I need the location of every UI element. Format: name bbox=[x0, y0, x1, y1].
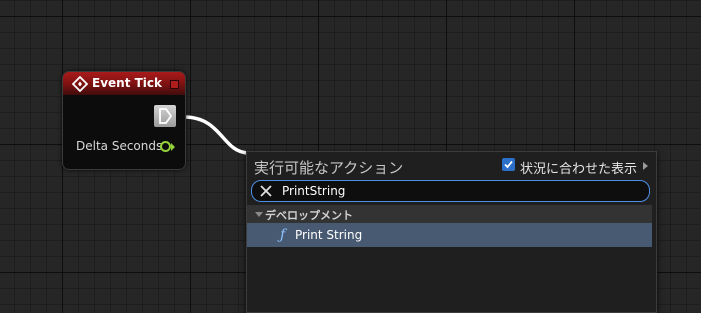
node-header[interactable]: Event Tick bbox=[63, 72, 185, 95]
search-box[interactable] bbox=[251, 180, 650, 202]
event-tick-node[interactable]: Event Tick Delta Seconds bbox=[62, 71, 186, 170]
checkmark-icon bbox=[504, 160, 513, 169]
function-icon: ƒ bbox=[280, 227, 286, 243]
expand-arrow-icon[interactable] bbox=[643, 162, 648, 170]
clear-search-icon[interactable] bbox=[260, 185, 272, 197]
action-menu: 実行可能なアクション 状況に合わせた表示 デベロップメント ƒ Print St… bbox=[246, 151, 657, 313]
menu-title: 実行可能なアクション bbox=[254, 159, 404, 177]
event-diamond-icon bbox=[72, 76, 88, 92]
pin-arrow-icon bbox=[171, 143, 175, 151]
menu-header: 実行可能なアクション 状況に合わせた表示 bbox=[247, 152, 656, 179]
blueprint-graph-canvas[interactable]: { "event_node": { "title": "Event Tick",… bbox=[0, 0, 701, 313]
action-item-label: Print String bbox=[295, 228, 363, 242]
collapse-arrow-icon[interactable] bbox=[255, 212, 263, 217]
action-item-print-string[interactable]: ƒ Print String bbox=[247, 223, 652, 247]
delegate-pin[interactable] bbox=[170, 80, 179, 89]
search-input[interactable] bbox=[282, 182, 632, 200]
node-title: Event Tick bbox=[92, 76, 163, 90]
context-sensitive-label[interactable]: 状況に合わせた表示 bbox=[520, 158, 637, 177]
float-pin-icon[interactable] bbox=[160, 141, 171, 152]
context-sensitive-checkbox[interactable] bbox=[502, 158, 515, 171]
delta-seconds-label: Delta Seconds bbox=[76, 139, 163, 153]
category-label: デベロップメント bbox=[265, 209, 353, 222]
exec-out-pin[interactable] bbox=[154, 105, 176, 127]
category-development[interactable]: デベロップメント bbox=[247, 205, 652, 223]
exec-pin-icon bbox=[159, 108, 173, 124]
